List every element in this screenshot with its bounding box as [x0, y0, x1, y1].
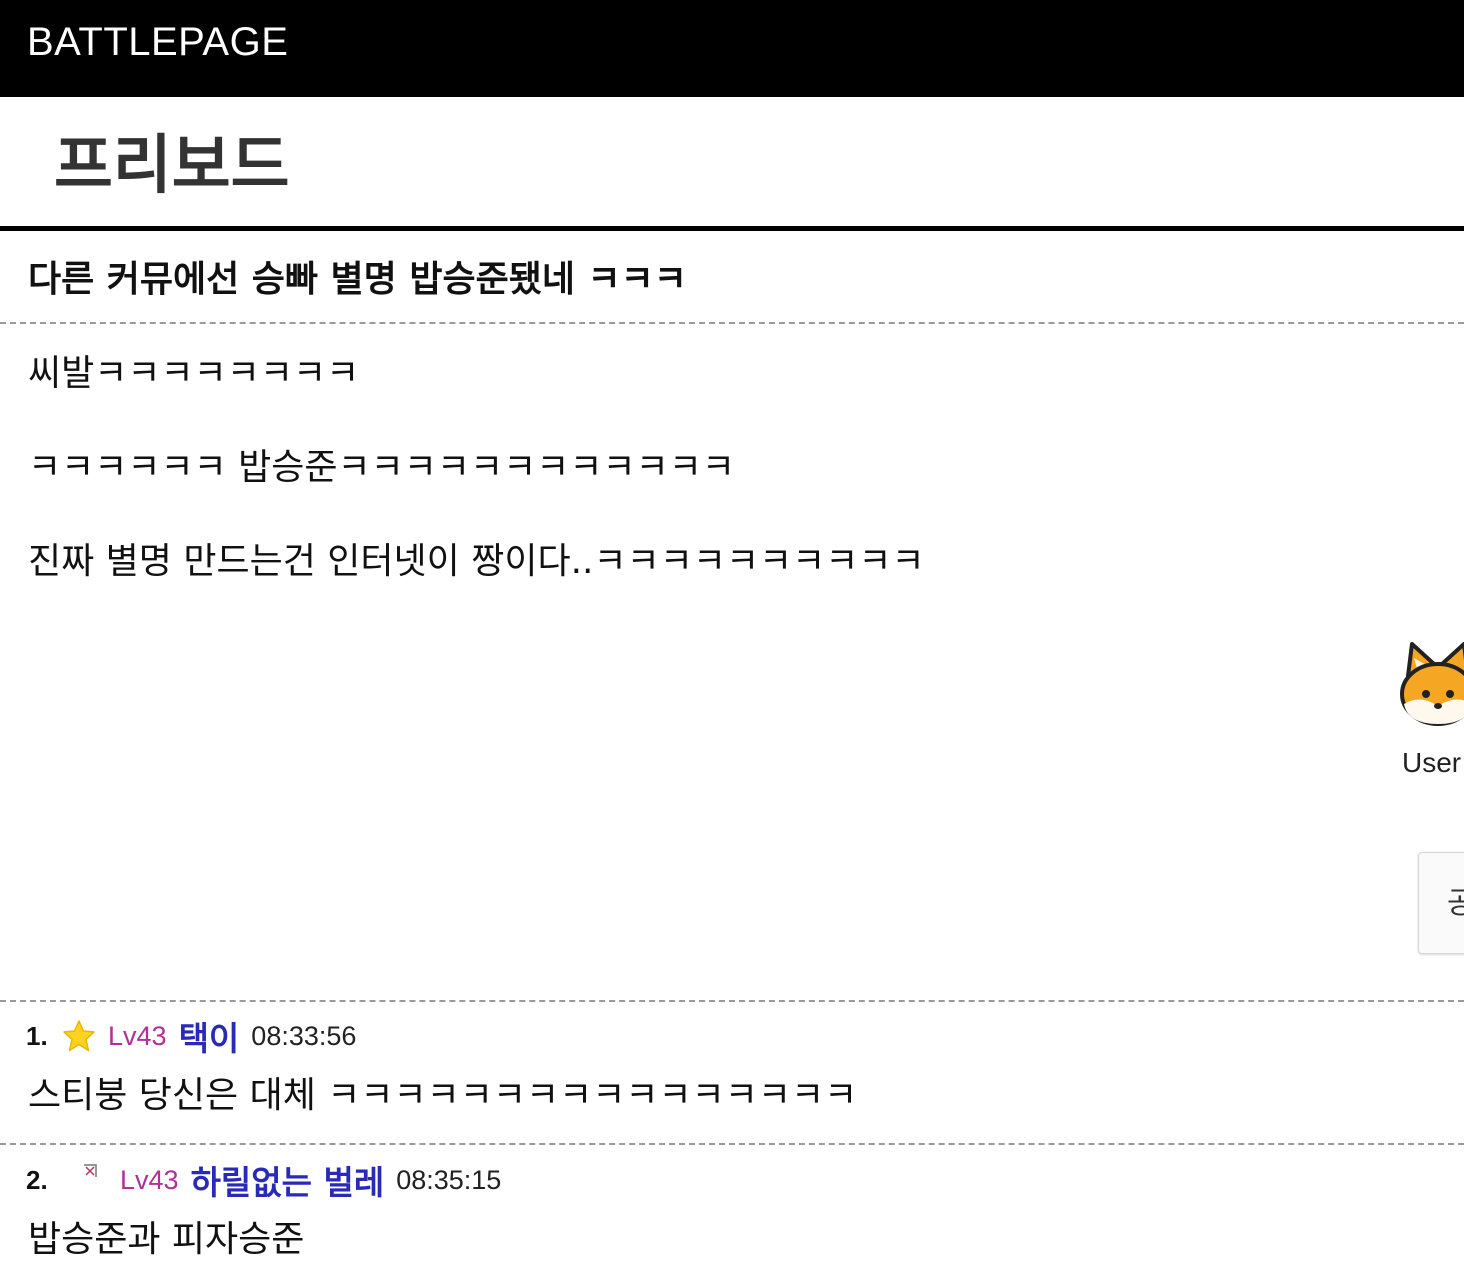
comment-level: Lv43 — [120, 1164, 179, 1195]
comment-nickname[interactable]: 택이 — [179, 1012, 240, 1060]
top-bar: BATTLEPAGE — [0, 0, 1464, 97]
fox-face-icon — [1400, 642, 1464, 726]
comment-time: 08:35:15 — [396, 1164, 502, 1195]
comment-level: Lv43 — [108, 1020, 167, 1051]
comment-number: 2. — [26, 1164, 48, 1195]
post-title: 다른 커뮤에선 승빠 별명 밥승준됐네 ㅋㅋㅋ — [28, 259, 687, 300]
broken-image-icon — [84, 1164, 97, 1177]
side-action-button[interactable]: 공 — [1418, 852, 1464, 954]
comment-header: 1. Lv43 택이 08:33:56 — [26, 1014, 356, 1058]
board-title[interactable]: 프리보드 — [54, 126, 290, 206]
site-logo[interactable]: BATTLEPAGE — [27, 18, 288, 66]
comment-divider — [0, 1143, 1464, 1145]
comment-nickname[interactable]: 하릴없는 벌레 — [191, 1156, 385, 1204]
post-body-line: 진짜 별명 만드는건 인터넷이 짱이다..ㅋㅋㅋㅋㅋㅋㅋㅋㅋㅋ — [28, 541, 925, 582]
comments-divider — [0, 1000, 1464, 1002]
star-icon — [63, 1020, 95, 1052]
comment-text: 스티붕 당신은 대체 ㅋㅋㅋㅋㅋㅋㅋㅋㅋㅋㅋㅋㅋㅋㅋㅋ — [28, 1075, 858, 1116]
comment-header: 2. Lv43 하릴없는 벌레 08:35:15 — [26, 1158, 501, 1202]
author-name[interactable]: User — [1402, 746, 1461, 780]
comment-text: 밥승준과 피자승준 — [28, 1219, 305, 1260]
side-action-label: 공 — [1447, 887, 1464, 921]
comment-number: 1. — [26, 1020, 48, 1051]
author-profile[interactable]: User — [1398, 636, 1464, 786]
post-body-line: ㅋㅋㅋㅋㅋㅋ 밥승준ㅋㅋㅋㅋㅋㅋㅋㅋㅋㅋㅋㅋ — [28, 447, 735, 488]
post-body-line: 씨발ㅋㅋㅋㅋㅋㅋㅋㅋ — [28, 353, 360, 394]
title-divider — [0, 226, 1464, 231]
comment-time: 08:33:56 — [251, 1020, 357, 1051]
post-title-divider — [0, 322, 1464, 324]
